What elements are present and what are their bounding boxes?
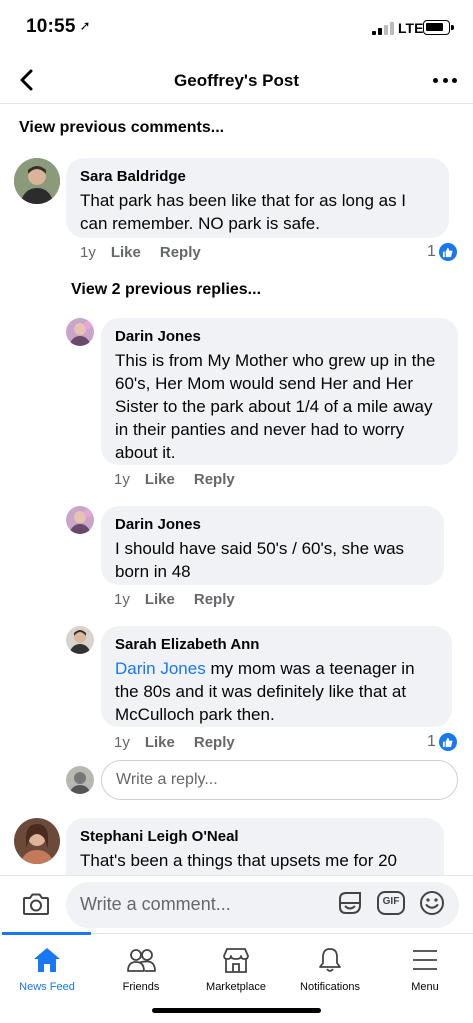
more-options-button[interactable] bbox=[433, 68, 457, 92]
hamburger-icon bbox=[413, 950, 437, 970]
thumbs-up-icon bbox=[438, 243, 457, 261]
location-arrow-icon: ➚ bbox=[79, 18, 91, 33]
tab-label: News Feed bbox=[19, 981, 75, 993]
avatar[interactable] bbox=[14, 818, 60, 864]
mention-link[interactable]: Darin Jones bbox=[115, 659, 206, 678]
tab-label: Menu bbox=[411, 981, 439, 993]
comment-composer: Write a comment... GIF bbox=[0, 875, 473, 933]
post-header: Geoffrey's Post bbox=[0, 56, 473, 104]
comment-timestamp: 1y bbox=[80, 244, 96, 261]
emoji-icon bbox=[420, 891, 444, 915]
reply-actions: 1y Like Reply bbox=[114, 471, 254, 488]
reply-text: I should have said 50's / 60's, she was … bbox=[115, 539, 405, 581]
gif-button[interactable]: GIF bbox=[376, 889, 406, 917]
comment-text: That park has been like that for as long… bbox=[80, 191, 407, 233]
home-icon bbox=[34, 948, 60, 972]
reply-author[interactable]: Sarah Elizabeth Ann bbox=[115, 635, 440, 654]
reply-bubble[interactable]: Darin Jones This is from My Mother who g… bbox=[101, 318, 458, 465]
camera-button[interactable] bbox=[22, 891, 50, 917]
reaction-summary[interactable]: 1 bbox=[427, 243, 457, 261]
bell-icon bbox=[319, 948, 341, 972]
avatar[interactable] bbox=[66, 626, 94, 654]
tab-marketplace[interactable]: Marketplace bbox=[189, 934, 283, 998]
comment-bubble[interactable]: Sara Baldridge That park has been like t… bbox=[66, 158, 449, 238]
like-button[interactable]: Like bbox=[145, 734, 175, 751]
comment-actions: 1y Like Reply bbox=[80, 244, 220, 261]
tab-news-feed[interactable]: News Feed bbox=[0, 934, 94, 998]
reply-actions: 1y Like Reply bbox=[114, 734, 254, 751]
reply-button[interactable]: Reply bbox=[194, 591, 235, 608]
reply-text: Darin Jones my mom was a teenager in the… bbox=[115, 657, 440, 726]
sticker-icon bbox=[339, 892, 361, 914]
reply-button[interactable]: Reply bbox=[194, 471, 235, 488]
tab-label: Marketplace bbox=[206, 981, 266, 993]
friends-icon bbox=[127, 949, 156, 972]
status-time: 10:55 ➚ bbox=[26, 16, 91, 38]
comment-text: That's been a things that upsets me for … bbox=[80, 851, 397, 870]
current-user-avatar bbox=[66, 766, 94, 794]
sticker-button[interactable] bbox=[336, 889, 364, 917]
reply-bubble[interactable]: Darin Jones I should have said 50's / 60… bbox=[101, 506, 444, 585]
tab-friends[interactable]: Friends bbox=[94, 934, 188, 998]
tab-label: Friends bbox=[122, 981, 160, 993]
page-title: Geoffrey's Post bbox=[174, 71, 299, 90]
avatar[interactable] bbox=[14, 158, 60, 204]
tab-notifications[interactable]: Notifications bbox=[283, 934, 377, 998]
camera-icon bbox=[23, 893, 49, 915]
like-button[interactable]: Like bbox=[111, 244, 141, 261]
view-previous-replies-link[interactable]: View 2 previous replies... bbox=[71, 281, 261, 299]
tab-label: Notifications bbox=[300, 981, 360, 993]
like-button[interactable]: Like bbox=[145, 471, 175, 488]
reply-text: This is from My Mother who grew up in th… bbox=[115, 351, 436, 462]
reply-author[interactable]: Darin Jones bbox=[115, 515, 432, 534]
reaction-count: 1 bbox=[427, 733, 436, 750]
status-bar: 10:55 ➚ LTE bbox=[0, 0, 473, 56]
reply-button[interactable]: Reply bbox=[160, 244, 201, 261]
gif-label: GIF bbox=[382, 896, 400, 907]
network-type: LTE bbox=[398, 20, 424, 36]
marketplace-icon bbox=[223, 948, 249, 973]
emoji-button[interactable] bbox=[418, 889, 446, 917]
comment-author[interactable]: Stephani Leigh O'Neal bbox=[80, 827, 432, 846]
tab-menu[interactable]: Menu bbox=[378, 934, 472, 998]
reaction-summary[interactable]: 1 bbox=[427, 733, 457, 751]
reply-bubble[interactable]: Sarah Elizabeth Ann Darin Jones my mom w… bbox=[101, 626, 452, 727]
reply-timestamp: 1y bbox=[114, 734, 130, 751]
like-button[interactable]: Like bbox=[145, 591, 175, 608]
status-time-text: 10:55 bbox=[26, 16, 76, 37]
reply-timestamp: 1y bbox=[114, 471, 130, 488]
reply-input[interactable]: Write a reply... bbox=[101, 760, 458, 800]
reply-author[interactable]: Darin Jones bbox=[115, 327, 446, 346]
reply-button[interactable]: Reply bbox=[194, 734, 235, 751]
comment-input-placeholder: Write a comment... bbox=[80, 894, 231, 914]
avatar[interactable] bbox=[66, 506, 94, 534]
thumbs-up-icon bbox=[438, 733, 457, 751]
battery-icon bbox=[423, 20, 454, 35]
reply-actions: 1y Like Reply bbox=[114, 591, 254, 608]
comment-author[interactable]: Sara Baldridge bbox=[80, 167, 437, 186]
home-indicator bbox=[152, 1008, 321, 1013]
reaction-count: 1 bbox=[427, 243, 436, 260]
reply-timestamp: 1y bbox=[114, 591, 130, 608]
view-previous-comments-link[interactable]: View previous comments... bbox=[19, 119, 224, 137]
avatar[interactable] bbox=[66, 318, 94, 346]
cellular-signal-icon bbox=[372, 22, 394, 35]
